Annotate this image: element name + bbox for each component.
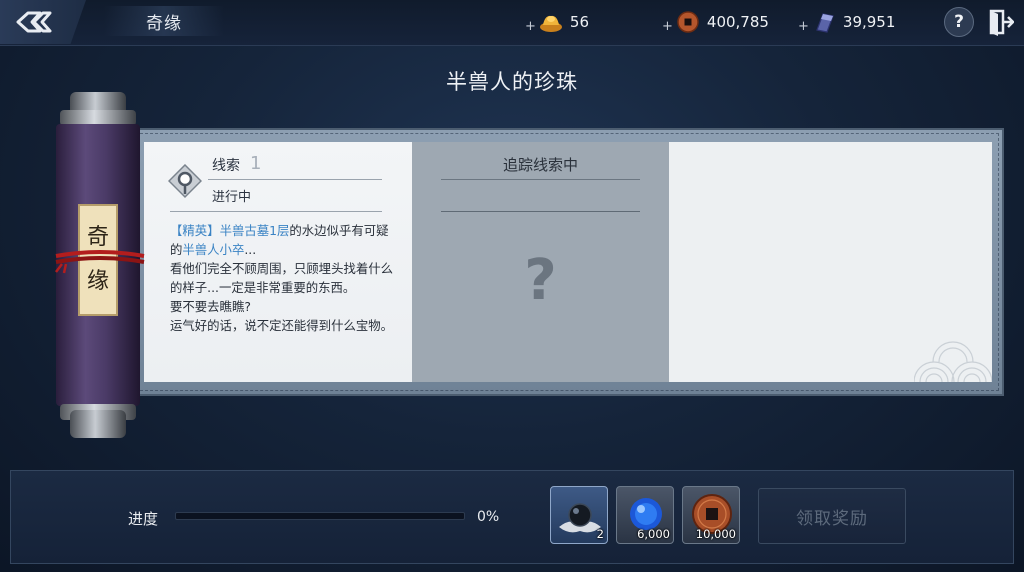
gold-amount: 56 <box>569 13 589 31</box>
quest-title: 半兽人的珍珠 <box>446 70 578 94</box>
copper-amount: 400,785 <box>706 13 769 31</box>
help-button[interactable]: ? <box>944 7 974 37</box>
scroll-roll: 奇 缘 <box>48 92 148 438</box>
progress-bar <box>175 512 465 520</box>
progress-label: 进度 <box>128 510 159 528</box>
page-title: 奇缘 <box>104 6 224 36</box>
clue-text-line: 运气好的话，说不定还能得到什么宝物。 <box>170 318 394 333</box>
claim-reward-button[interactable]: 领取奖励 <box>758 488 906 544</box>
clue-text-line: 看他们完全不顾周围，只顾埋头找着什么的样子...一定是非常重要的东西。 <box>170 261 394 295</box>
reward-item-coin[interactable]: 10,000 <box>682 486 740 544</box>
currency-silver[interactable]: + 39,951 <box>798 8 895 36</box>
silver-amount: 39,951 <box>842 13 896 31</box>
add-copper-icon[interactable]: + <box>662 19 673 34</box>
wave-pattern-icon <box>914 341 992 382</box>
location-link: 半兽古墓1层 <box>219 223 290 238</box>
top-bar: 奇缘 + 56 + 400,785 + 39,951 ? <box>0 0 1024 46</box>
reward-qty: 6,000 <box>637 527 670 541</box>
tracking-title: 追踪线索中 <box>502 156 578 174</box>
divider <box>441 211 640 212</box>
currency-gold[interactable]: + 56 <box>525 8 589 36</box>
clue-number: 1 <box>250 153 262 174</box>
magnifier-icon <box>168 164 202 199</box>
progress-percent: 0% <box>477 509 500 525</box>
clue-description: 【精英】半兽古墓1层的水边似乎有可疑的半兽人小卒... 看他们完全不顾周围，只顾… <box>170 221 400 335</box>
clue-text-part: ... <box>244 242 257 257</box>
reward-qty: 10,000 <box>695 527 736 541</box>
roll-cap <box>70 410 126 438</box>
elite-bracket-close: 】 <box>207 223 220 238</box>
reward-qty: 2 <box>596 527 604 541</box>
exit-icon[interactable] <box>988 8 1014 36</box>
monster-link: 半兽人小卒 <box>182 242 245 257</box>
add-silver-icon[interactable]: + <box>798 19 809 34</box>
back-button[interactable] <box>0 0 86 44</box>
gold-ingot-icon <box>539 15 562 32</box>
add-gold-icon[interactable]: + <box>525 19 536 34</box>
copper-coin-icon <box>677 11 699 33</box>
unknown-clue-placeholder: ? <box>524 248 557 313</box>
divider <box>170 211 382 212</box>
divider <box>208 179 382 180</box>
silver-bar-icon <box>816 13 834 33</box>
clue-status: 进行中 <box>212 190 252 205</box>
elite-tag: 精英 <box>182 223 208 238</box>
elite-bracket-open: 【 <box>170 223 183 238</box>
back-arrow-icon <box>16 11 52 33</box>
divider <box>441 179 640 180</box>
currency-copper[interactable]: + 400,785 <box>662 8 769 36</box>
clue-text-line: 要不要去瞧瞧? <box>170 299 251 314</box>
clue-label: 线索 <box>212 158 240 174</box>
reward-item-pearl[interactable]: 2 <box>550 486 608 544</box>
red-rope-icon <box>55 250 145 274</box>
reward-item-orb[interactable]: 6,000 <box>616 486 674 544</box>
